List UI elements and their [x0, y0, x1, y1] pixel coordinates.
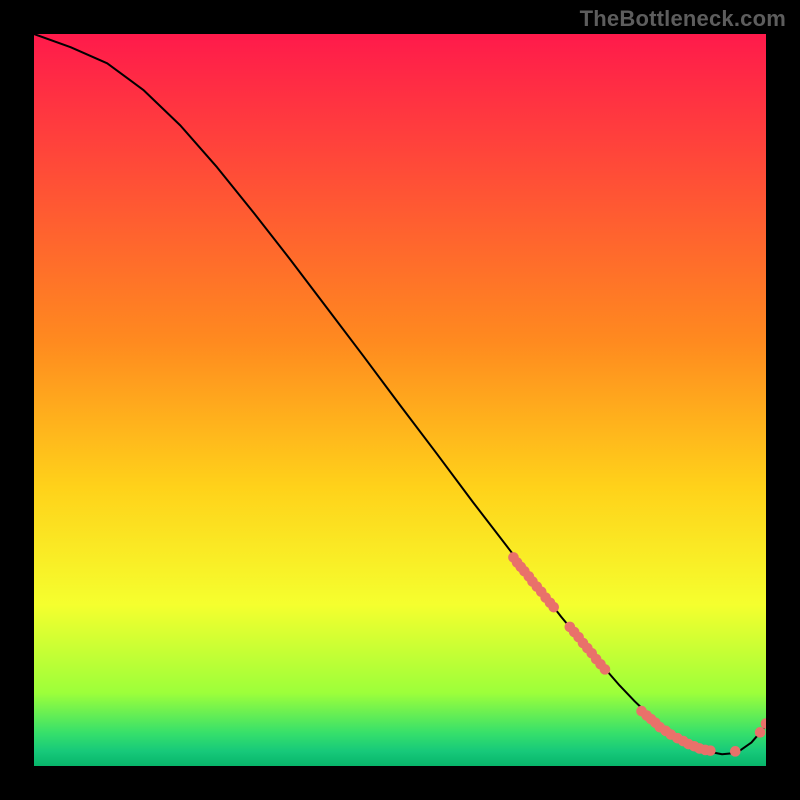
data-point [755, 727, 766, 738]
data-point [600, 664, 611, 675]
data-point [548, 602, 559, 613]
data-point [705, 745, 716, 756]
chart-frame: TheBottleneck.com [0, 0, 800, 800]
bottleneck-chart [34, 34, 766, 766]
chart-background [34, 34, 766, 766]
data-point [730, 746, 741, 757]
plot-area [34, 34, 766, 766]
watermark-text: TheBottleneck.com [580, 6, 786, 32]
